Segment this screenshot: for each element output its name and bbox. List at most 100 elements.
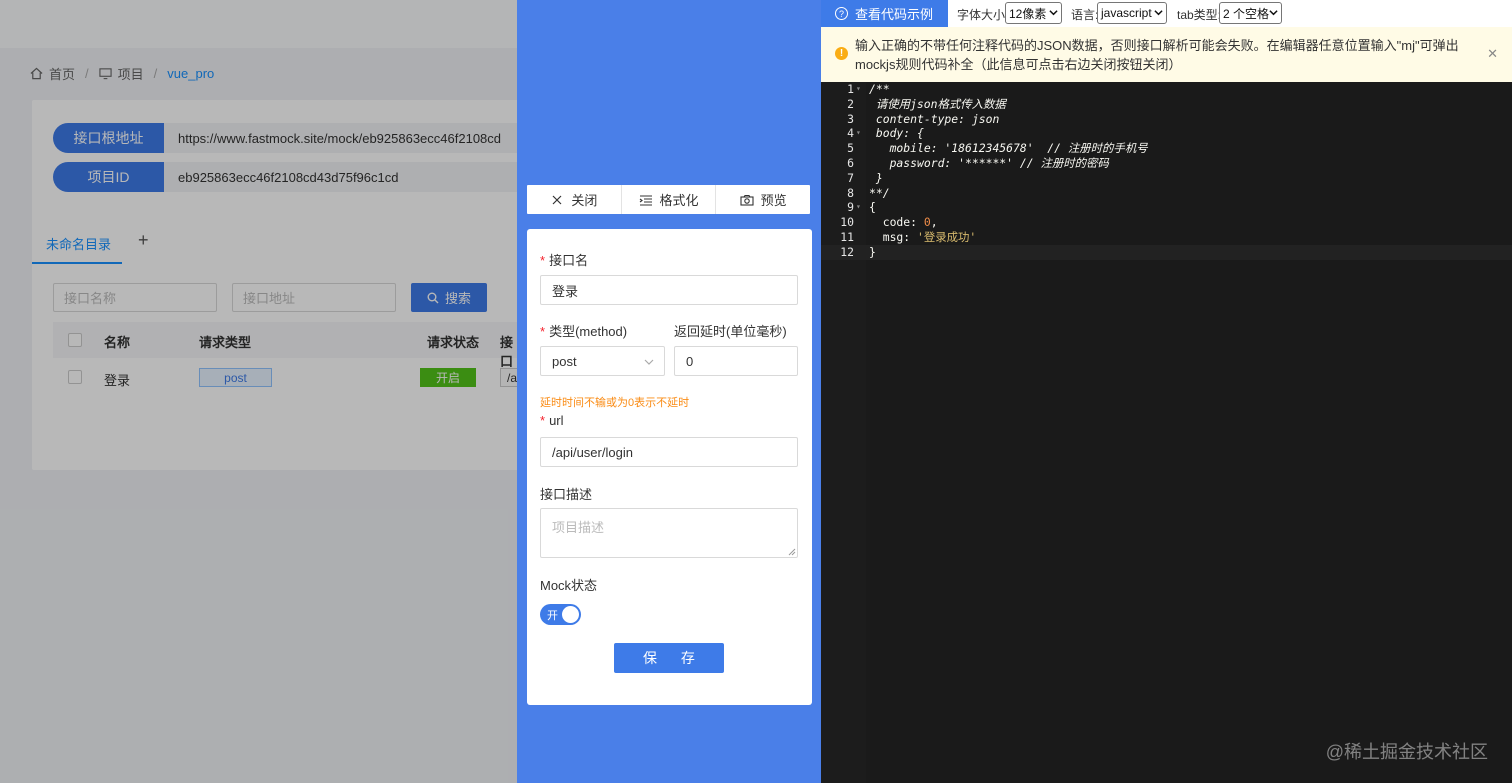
code-text: password: '******' // 注册时的密码 [869, 155, 1109, 170]
method-label-text: 类型(method) [549, 324, 628, 339]
chevron-down-icon [644, 359, 654, 365]
toggle-knob [562, 606, 579, 623]
watermark: @稀土掘金技术社区 [1325, 742, 1488, 762]
code-line[interactable]: 8 **/ [821, 186, 1512, 201]
url-input[interactable]: /api/user/login [540, 437, 798, 467]
fold-arrow-icon [854, 215, 866, 230]
save-button[interactable]: 保 存 [614, 643, 724, 673]
fold-arrow-icon[interactable]: ▾ [854, 126, 866, 141]
url-label: * url [540, 413, 564, 428]
tab-type-select[interactable]: 2 个空格 [1219, 2, 1282, 24]
line-number: 1 [847, 82, 854, 96]
code-line[interactable]: 7 } [821, 171, 1512, 186]
tab-type-value: 2 个空格 [1223, 6, 1270, 21]
interface-name-input[interactable]: 登录 [540, 275, 798, 305]
code-text: } [869, 244, 876, 259]
fold-arrow-icon[interactable]: ▾ [854, 200, 866, 215]
code-text: **/ [869, 185, 890, 200]
interface-name-label-text: 接口名 [549, 253, 589, 268]
resize-handle-icon[interactable] [788, 548, 796, 556]
description-textarea[interactable]: 项目描述 [540, 508, 798, 558]
modal-overlay[interactable] [0, 0, 517, 783]
chevron-down-icon [1269, 10, 1278, 16]
line-number: 7 [847, 170, 854, 185]
mock-status-toggle[interactable]: 开 [540, 604, 581, 625]
delay-label: 返回延时(单位毫秒) [674, 324, 787, 339]
method-select-value: post [552, 353, 577, 369]
format-button[interactable]: 格式化 [622, 185, 717, 214]
fold-arrow-icon [854, 156, 866, 171]
chevron-down-icon [1049, 10, 1058, 16]
delay-input[interactable]: 0 [674, 346, 798, 376]
view-code-example-label: 查看代码示例 [855, 7, 934, 22]
font-size-value: 12像素 [1009, 6, 1047, 21]
font-size-label: 字体大小: [957, 8, 1009, 22]
code-line[interactable]: 9 ▾{ [821, 200, 1512, 215]
code-text: body: { [869, 126, 924, 141]
required-mark: * [540, 324, 546, 339]
line-number: 10 [840, 215, 854, 230]
language-select[interactable]: javascript [1097, 2, 1167, 24]
code-line[interactable]: 3 content-type: json [821, 112, 1512, 127]
required-mark: * [540, 413, 546, 428]
chevron-down-icon [1154, 10, 1163, 16]
fold-arrow-icon [854, 230, 866, 245]
warning-icon: ! [835, 47, 848, 60]
code-line[interactable]: 5 mobile: '18612345678' // 注册时的手机号 [821, 141, 1512, 156]
interface-name-label: * 接口名 [540, 250, 588, 269]
fold-arrow-icon [854, 97, 866, 112]
code-text: code: 0, [869, 215, 938, 230]
line-number: 12 [840, 244, 854, 259]
close-icon[interactable]: ✕ [1487, 46, 1498, 62]
code-content[interactable]: 1 ▾/** 2 请使用json格式传入数据 3 content-type: json… [821, 82, 1512, 260]
code-text: content-type: json [869, 111, 1000, 126]
method-select[interactable]: post [540, 346, 665, 376]
fold-arrow-icon[interactable]: ▾ [854, 82, 866, 97]
fold-arrow-icon [854, 186, 866, 201]
code-line[interactable]: 2 请使用json格式传入数据 [821, 97, 1512, 112]
preview-button[interactable]: 预览 [716, 185, 810, 214]
code-line[interactable]: 12} [821, 244, 1512, 260]
line-number: 4 [847, 126, 854, 141]
code-line[interactable]: 10 code: 0, [821, 215, 1512, 230]
format-icon [639, 194, 652, 206]
font-size-select[interactable]: 12像素 [1005, 2, 1062, 24]
code-text: msg: '登录成功' [869, 229, 977, 244]
description-label: 接口描述 [540, 487, 593, 502]
language-value: javascript [1101, 6, 1152, 20]
code-line[interactable]: 4 ▾ body: { [821, 126, 1512, 141]
fold-arrow-icon [854, 141, 866, 156]
toggle-text: 开 [547, 610, 558, 622]
code-text: 请使用json格式传入数据 [869, 96, 1006, 111]
fold-arrow-icon [854, 112, 866, 127]
camera-icon [740, 194, 754, 206]
code-text: } [869, 170, 883, 185]
line-number: 11 [840, 229, 854, 244]
warning-text: 输入正确的不带任何注释代码的JSON数据，否则接口解析可能会失败。在编辑器任意位… [855, 38, 1459, 72]
line-number: 5 [847, 141, 854, 156]
code-text: mobile: '18612345678' // 注册时的手机号 [869, 141, 1148, 156]
url-label-text: url [549, 413, 564, 428]
code-text: { [869, 200, 876, 215]
view-code-example-tab[interactable]: ? 查看代码示例 [821, 0, 948, 27]
format-button-label: 格式化 [659, 193, 699, 208]
line-number: 8 [847, 185, 854, 200]
fold-arrow-icon [854, 171, 866, 186]
delay-hint: 延时时间不输或为0表示不延时 [540, 397, 690, 409]
tab-type-label: tab类型: [1177, 8, 1222, 22]
question-icon: ? [835, 7, 848, 20]
line-number: 3 [847, 111, 854, 126]
code-line[interactable]: 11 msg: '登录成功' [821, 230, 1512, 245]
code-line[interactable]: 1 ▾/** [821, 82, 1512, 97]
preview-button-label: 预览 [760, 193, 787, 208]
close-button-label: 关闭 [571, 193, 598, 208]
drawer-toolbar: 关闭 格式化 预览 [527, 185, 810, 214]
warning-alert: ! 输入正确的不带任何注释代码的JSON数据，否则接口解析可能会失败。在编辑器任… [821, 27, 1512, 82]
close-icon [552, 195, 562, 204]
mock-status-label: Mock状态 [540, 578, 598, 593]
line-number: 9 [847, 200, 854, 215]
fold-arrow-icon [854, 245, 866, 260]
line-number: 2 [847, 96, 854, 111]
close-button[interactable]: 关闭 [527, 185, 622, 214]
code-line[interactable]: 6 password: '******' // 注册时的密码 [821, 156, 1512, 171]
